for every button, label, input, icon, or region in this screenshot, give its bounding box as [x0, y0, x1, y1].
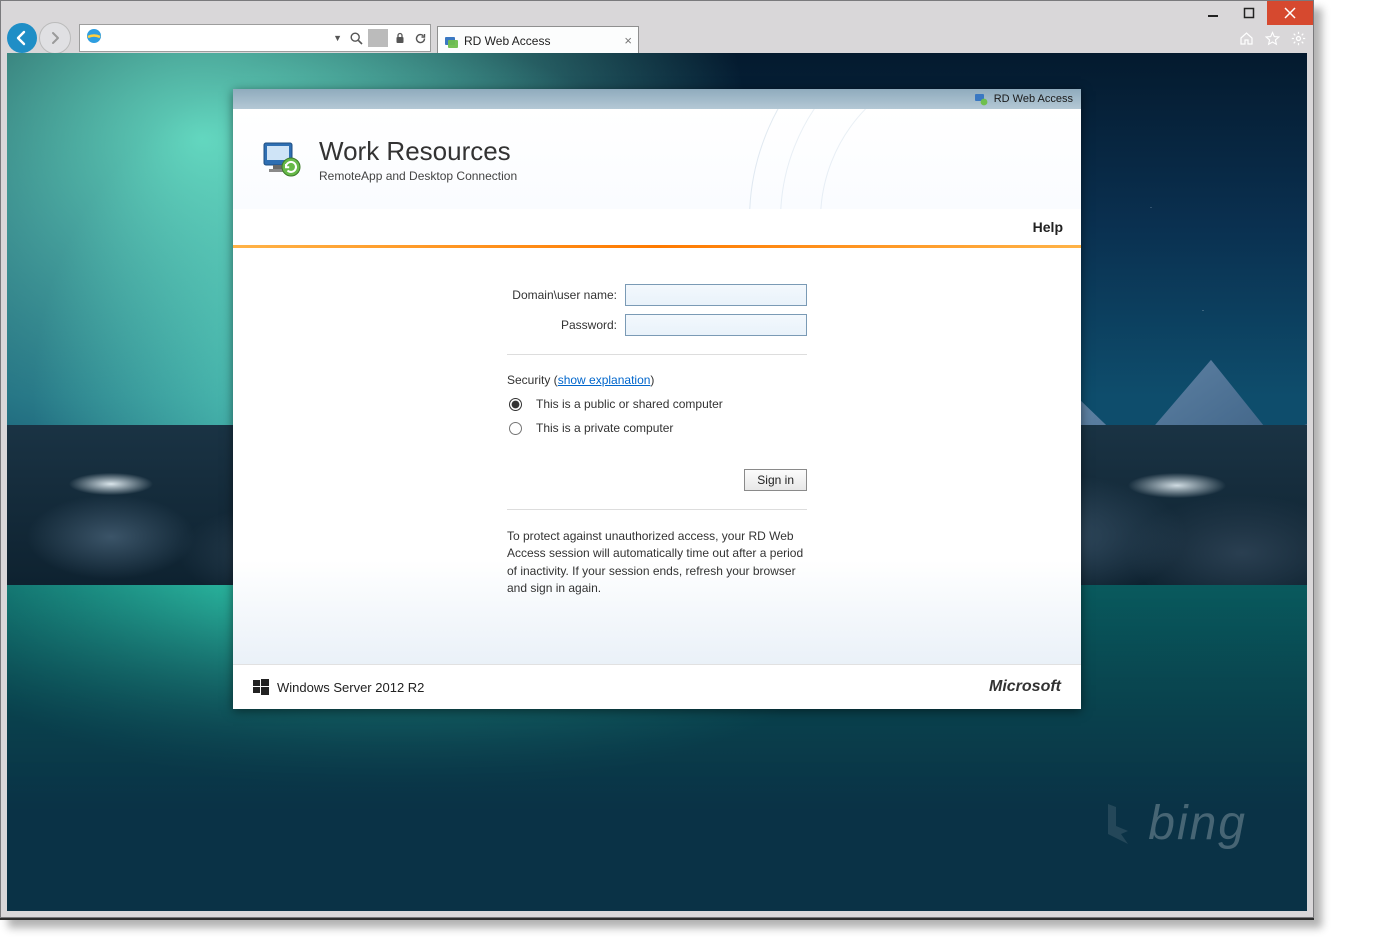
address-icons — [346, 25, 430, 51]
close-button[interactable] — [1267, 1, 1313, 25]
password-input[interactable] — [625, 314, 807, 336]
help-link[interactable]: Help — [1033, 219, 1063, 235]
divider — [507, 354, 807, 355]
forward-button[interactable] — [39, 22, 71, 54]
favorites-icon[interactable] — [1263, 29, 1281, 47]
username-label: Domain\user name: — [507, 288, 617, 302]
maximize-button[interactable] — [1231, 1, 1267, 25]
rdweb-footer: Windows Server 2012 R2 Microsoft — [233, 664, 1081, 709]
back-button[interactable] — [7, 23, 37, 53]
browser-window: ▼ RD Web Access × — [0, 0, 1314, 918]
divider — [507, 509, 807, 510]
tab-title: RD Web Access — [464, 34, 624, 48]
rdweb-topbar: RD Web Access — [233, 89, 1081, 109]
tab-favicon-icon — [444, 34, 458, 48]
bing-watermark: bing — [1098, 796, 1247, 851]
signin-button[interactable]: Sign in — [744, 469, 807, 491]
window-controls — [1195, 1, 1313, 25]
browser-tab[interactable]: RD Web Access × — [437, 26, 639, 55]
security-private-radio[interactable] — [509, 422, 522, 435]
disclaimer-text: To protect against unauthorized access, … — [507, 528, 807, 598]
security-prefix: Security ( — [507, 373, 558, 387]
rdweb-body: Domain\user name: Password: Security (sh… — [233, 248, 1081, 664]
address-input[interactable] — [108, 30, 333, 46]
rdweb-navrow: Help — [233, 209, 1081, 245]
ie-logo-icon — [86, 28, 102, 49]
rdweb-title-block: Work Resources RemoteApp and Desktop Con… — [319, 136, 517, 183]
username-row: Domain\user name: — [507, 284, 807, 306]
globe-art — [749, 109, 1081, 209]
rdweb-title: Work Resources — [319, 136, 517, 167]
footer-left: Windows Server 2012 R2 — [253, 679, 424, 695]
home-icon[interactable] — [1237, 29, 1255, 47]
login-form: Domain\user name: Password: Security (sh… — [507, 284, 807, 598]
security-public-label: This is a public or shared computer — [536, 397, 723, 411]
work-resources-icon — [261, 137, 305, 181]
security-suffix: ) — [650, 373, 654, 387]
footer-left-text: Windows Server 2012 R2 — [277, 680, 424, 695]
refresh-icon[interactable] — [410, 32, 430, 45]
password-row: Password: — [507, 314, 807, 336]
rdweb-card: RD Web Access Work Resource — [233, 89, 1081, 709]
settings-icon[interactable] — [1289, 29, 1307, 47]
rdweb-header: Work Resources RemoteApp and Desktop Con… — [233, 109, 1081, 209]
username-input[interactable] — [625, 284, 807, 306]
minimize-button[interactable] — [1195, 1, 1231, 25]
browser-toolbar: ▼ RD Web Access × — [7, 23, 1307, 53]
address-bar[interactable]: ▼ — [79, 24, 431, 52]
search-icon[interactable] — [346, 32, 366, 45]
lock-icon[interactable] — [390, 32, 410, 44]
security-line: Security (show explanation) — [507, 373, 807, 387]
security-private-row[interactable]: This is a private computer — [507, 421, 807, 435]
windows-logo-icon — [253, 679, 269, 695]
browser-viewport: bing RD Web Access — [7, 53, 1307, 911]
rdweb-subtitle: RemoteApp and Desktop Connection — [319, 169, 517, 183]
tab-close-icon[interactable]: × — [624, 33, 632, 48]
security-private-label: This is a private computer — [536, 421, 673, 435]
rdweb-small-icon — [974, 92, 988, 106]
signin-row: Sign in — [507, 469, 807, 491]
rdweb-brand-label: RD Web Access — [994, 93, 1073, 105]
security-public-radio[interactable] — [509, 398, 522, 411]
browser-right-icons — [1237, 29, 1307, 47]
security-public-row[interactable]: This is a public or shared computer — [507, 397, 807, 411]
password-label: Password: — [507, 318, 617, 332]
address-dropdown-icon[interactable]: ▼ — [333, 33, 342, 43]
divider — [368, 29, 388, 47]
show-explanation-link[interactable]: show explanation — [558, 373, 651, 387]
footer-right-text: Microsoft — [989, 678, 1061, 696]
